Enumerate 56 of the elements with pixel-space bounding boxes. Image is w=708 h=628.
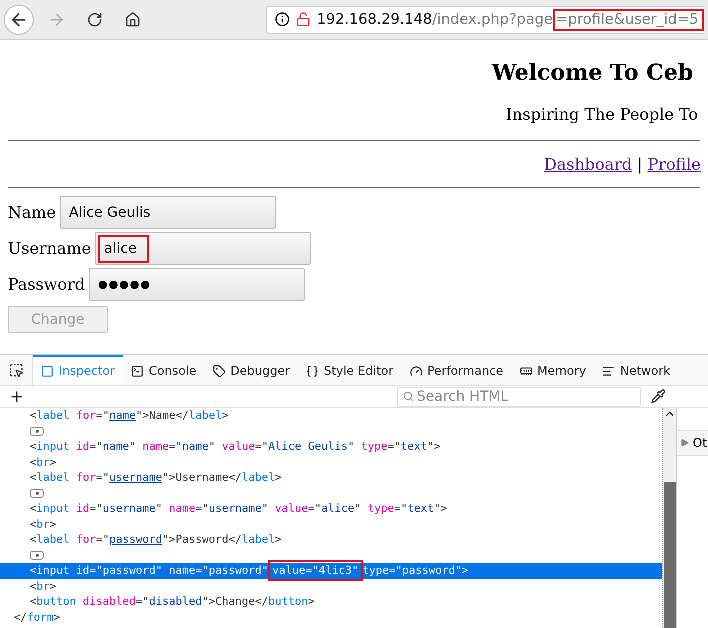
plus-icon — [8, 388, 24, 404]
eyedropper-icon — [651, 389, 666, 404]
markup-line[interactable]: <label for="name">Name</label> — [0, 408, 662, 424]
field-label: Password — [8, 275, 86, 294]
sidebar-item[interactable]: Ot — [677, 430, 708, 456]
expand-triangle-icon — [681, 439, 689, 447]
devtools-tab[interactable]: Style Editor — [298, 355, 402, 385]
markup-line[interactable]: <button disabled="disabled">Change</button> — [0, 594, 662, 610]
nav-separator: | — [637, 155, 643, 174]
field-label: Name — [8, 203, 56, 222]
whitespace-icon — [30, 488, 44, 498]
markup-line[interactable]: <input id="username" name="username" value="alice" type="text"> — [0, 501, 662, 516]
devtools-tab[interactable]: Network — [594, 355, 678, 385]
page-title: Welcome To Ceb — [490, 60, 694, 86]
markup-line[interactable]: <label for="username">Username</label> — [0, 470, 662, 486]
url-path: /index.php?page — [432, 12, 553, 28]
devtools-tab[interactable]: Performance — [402, 355, 512, 385]
eyedropper-button[interactable] — [651, 389, 666, 404]
info-icon — [275, 12, 290, 27]
gauge-icon — [410, 364, 422, 378]
whitespace-icon — [30, 550, 44, 560]
braces-icon — [306, 364, 320, 378]
field-label: Username — [8, 239, 92, 258]
devtools-tab[interactable]: Debugger — [204, 355, 298, 385]
markup-line[interactable]: </form> — [0, 610, 662, 625]
devtools-tab[interactable]: Console — [122, 355, 205, 385]
nav-link[interactable]: Profile — [648, 155, 701, 174]
page-subtitle: Inspiring The People To — [505, 105, 700, 124]
search-icon — [403, 391, 414, 402]
devtools-tab[interactable]: Memory — [512, 355, 594, 385]
reload-icon — [87, 12, 103, 28]
markup-line[interactable]: <input id="name" name="name" value="Alice Geulis" type="text"> — [0, 439, 662, 454]
tag-icon — [212, 364, 226, 378]
scrollbar[interactable] — [662, 408, 676, 628]
password-field[interactable]: ●●●●● — [89, 268, 306, 301]
url-query: =profile&user_id=5 — [555, 10, 702, 28]
search-field[interactable]: Search HTML — [397, 386, 641, 406]
address-bar[interactable]: 192.168.29.148/index.php?page =profile&user_id=5 — [266, 6, 704, 34]
devtools-tab[interactable]: Inspector — [33, 355, 123, 385]
home-icon — [125, 12, 141, 28]
markup-line[interactable]: <br> — [0, 578, 662, 594]
insecure-lock-icon — [296, 12, 311, 27]
markup-line[interactable]: <br> — [0, 516, 662, 532]
lines-icon — [602, 364, 616, 378]
element-picker-icon — [8, 362, 24, 378]
text-field[interactable]: Alice Geulis — [60, 196, 276, 229]
whitespace-icon — [30, 426, 44, 436]
nav-link[interactable]: Dashboard — [544, 155, 632, 174]
back-button[interactable] — [4, 4, 34, 34]
inspector-square-icon — [41, 364, 54, 378]
markup-line[interactable]: <br> — [0, 454, 662, 470]
memory-chip-icon — [520, 364, 533, 378]
terminal-icon — [130, 364, 144, 378]
text-field[interactable]: alice — [95, 232, 312, 265]
url-host: 192.168.29.148 — [317, 12, 432, 28]
markup-line[interactable]: <label for="password">Password</label> — [0, 532, 662, 548]
